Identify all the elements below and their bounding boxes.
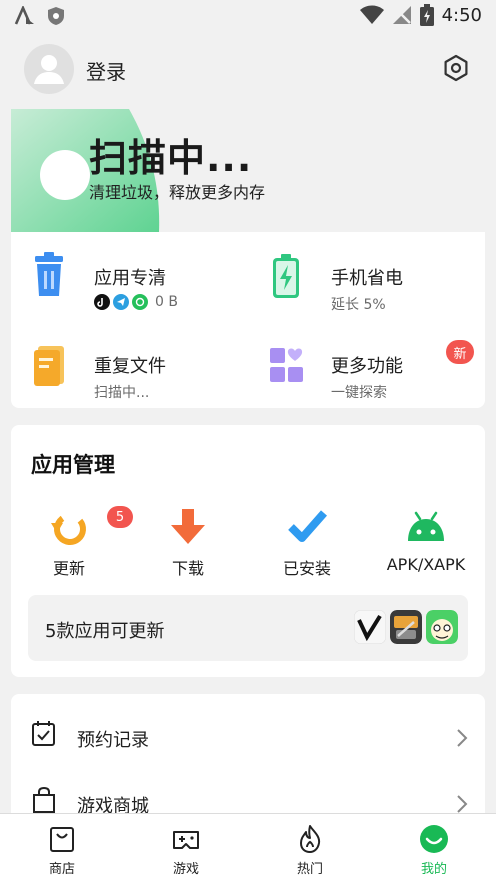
tool-battery-saver[interactable]: 手机省电 延长 5%: [248, 244, 468, 314]
store-bag-icon: [50, 827, 74, 852]
app-management-card: 应用管理 更新 5 下载 已安装 APK/XAPK 5款应用可更新: [11, 425, 485, 677]
refresh-icon: [51, 513, 86, 545]
app-thumb-character-icon: [426, 610, 458, 644]
manage-item-label: 下载: [171, 559, 204, 578]
tool-name: 应用专清: [94, 268, 166, 289]
android-icon: [408, 511, 444, 541]
manage-item-apk[interactable]: APK/XAPK: [376, 503, 476, 583]
section-title: 应用管理: [31, 453, 115, 477]
battery-charging-icon: [419, 4, 434, 26]
cache-size: 0 B: [155, 294, 178, 310]
tab-label: 我的: [420, 862, 447, 877]
tool-subtitle: 扫描中...: [94, 385, 150, 401]
more-features-icon: [270, 348, 303, 382]
manage-item-label: 已安装: [282, 559, 331, 578]
chevron-right-icon: [457, 795, 468, 813]
updates-count-text: 5款应用可更新: [45, 621, 165, 642]
battery-icon: [273, 254, 299, 298]
user-icon: [34, 55, 64, 84]
smile-profile-icon: [420, 825, 448, 853]
manage-item-update[interactable]: 更新: [19, 503, 119, 583]
list-item-label: 预约记录: [77, 730, 149, 751]
update-count-badge: 5: [107, 506, 133, 528]
chevron-right-icon: [457, 729, 468, 747]
scan-status-title: 扫描中...: [89, 136, 253, 180]
tool-name: 更多功能: [331, 356, 403, 377]
tab-label: 热门: [296, 862, 323, 877]
status-bar: 4:50: [0, 0, 496, 36]
scan-subtitle: 清理垃圾，释放更多内存: [89, 183, 266, 202]
bottom-tab-bar: 商店 游戏 热门 我的: [0, 813, 496, 881]
download-icon: [171, 509, 205, 544]
flame-icon: [300, 825, 321, 853]
tool-name: 重复文件: [94, 356, 166, 377]
update-app-icons: [354, 610, 458, 644]
available-updates-bar[interactable]: 5款应用可更新: [28, 595, 468, 661]
tool-subtitle: 一键探索: [331, 385, 387, 401]
login-link[interactable]: 登录: [86, 56, 126, 85]
tool-more-features[interactable]: 更多功能 一键探索: [248, 332, 468, 402]
cleaner-tools-card: 应用专清 0 B 手机省电 延长 5% 重复文件 扫描中... 更多功能 一键探…: [11, 232, 485, 408]
checkmark-icon: [288, 510, 327, 542]
calendar-check-icon: [32, 721, 55, 746]
tool-duplicate-files[interactable]: 重复文件 扫描中...: [11, 332, 231, 402]
manage-item-download[interactable]: 下载: [138, 503, 238, 583]
app-logo-icon: [14, 6, 34, 25]
app-thumb-v-icon: [354, 610, 386, 644]
scan-hero[interactable]: 扫描中... 清理垃圾，释放更多内存: [11, 109, 485, 232]
tiktok-icon: [94, 294, 110, 310]
manage-item-installed[interactable]: 已安装: [257, 503, 357, 583]
no-signal-icon: [392, 6, 411, 24]
shield-icon: [48, 7, 64, 25]
shopping-bag-icon: [33, 786, 55, 813]
clock: 4:50: [441, 4, 482, 26]
tab-label: 商店: [48, 862, 75, 877]
tab-games[interactable]: 游戏: [124, 814, 248, 881]
tool-app-clean[interactable]: 应用专清 0 B: [11, 244, 231, 314]
manage-item-label: 更新: [52, 559, 85, 578]
tab-mine[interactable]: 我的: [372, 814, 496, 881]
whatsapp-icon: [132, 294, 148, 310]
tab-hot[interactable]: 热门: [248, 814, 372, 881]
profile-header: 登录: [0, 36, 496, 104]
manage-item-label: APK/XAPK: [386, 555, 466, 574]
app-thumb-tools-icon: [390, 610, 422, 644]
tab-store[interactable]: 商店: [0, 814, 124, 881]
tab-label: 游戏: [172, 862, 199, 877]
avatar[interactable]: [24, 44, 74, 94]
wifi-icon: [359, 5, 384, 24]
document-icon: [34, 346, 64, 386]
gamepad-icon: [173, 831, 199, 849]
new-badge: 新: [446, 340, 474, 364]
tool-name: 手机省电: [331, 268, 403, 289]
settings-icon[interactable]: [442, 54, 470, 82]
tool-subtitle: 延长 5%: [331, 297, 386, 313]
list-item-reservations[interactable]: 预约记录: [11, 700, 485, 766]
trash-icon: [35, 252, 63, 296]
tool-subtitle: 0 B: [94, 294, 178, 310]
telegram-icon: [113, 294, 129, 310]
